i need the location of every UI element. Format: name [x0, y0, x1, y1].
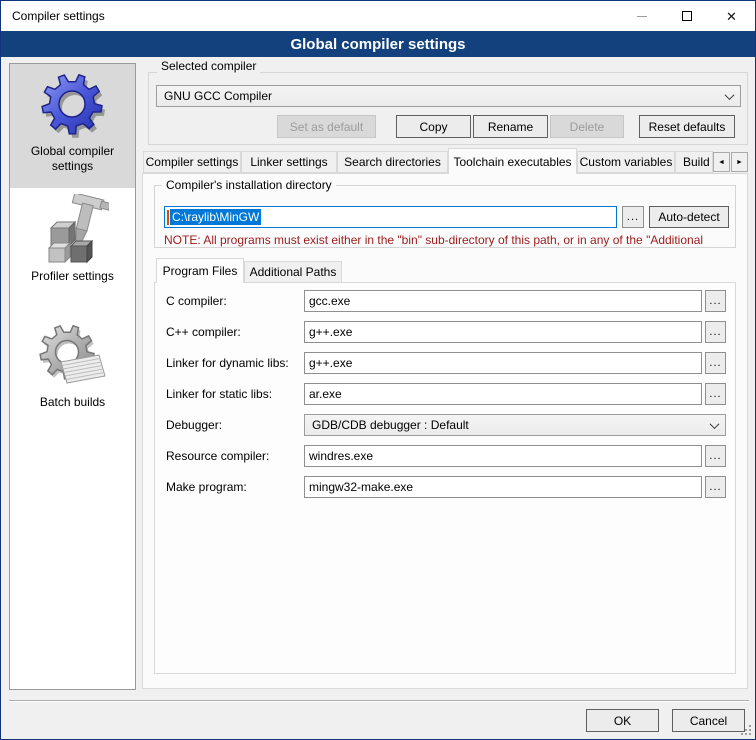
resource-compiler-input[interactable]	[304, 445, 702, 467]
resize-grip[interactable]	[741, 725, 751, 735]
copy-button[interactable]: Copy	[396, 115, 471, 138]
tab-linker-settings[interactable]: Linker settings	[241, 151, 337, 173]
chevron-down-icon	[725, 90, 735, 100]
tab-scroll-left-button[interactable]: ◄	[713, 152, 730, 172]
sidebar-item-label: Profiler settings	[31, 269, 114, 284]
field-label-make-program: Make program:	[166, 480, 247, 494]
note-text: NOTE: All programs must exist either in …	[164, 233, 737, 247]
sidebar-item-profiler-settings[interactable]: Profiler settings	[10, 192, 135, 304]
compiler-select-value: GNU GCC Compiler	[164, 89, 272, 103]
sidebar-item-global-compiler-settings[interactable]: Global compiler settings	[10, 64, 135, 188]
debugger-select-value: GDB/CDB debugger : Default	[312, 418, 469, 432]
close-icon: ✕	[726, 10, 737, 23]
minimize-icon	[637, 16, 647, 17]
cpp-compiler-input[interactable]	[304, 321, 702, 343]
c-compiler-browse-button[interactable]: ...	[705, 290, 726, 312]
c-compiler-input[interactable]	[304, 290, 702, 312]
linker-static-input[interactable]	[304, 383, 702, 405]
resource-compiler-browse-button[interactable]: ...	[705, 445, 726, 467]
set-as-default-button[interactable]: Set as default	[277, 115, 376, 138]
resize-grip-dots	[749, 733, 751, 735]
subtab-program-files[interactable]: Program Files	[156, 258, 244, 283]
tab-scroll-right-button[interactable]: ►	[731, 152, 748, 172]
delete-button[interactable]: Delete	[550, 115, 624, 138]
tab-compiler-settings[interactable]: Compiler settings	[143, 151, 241, 173]
installation-directory-input[interactable]: C:\raylib\MinGW	[164, 206, 617, 228]
make-program-input[interactable]	[304, 476, 702, 498]
caliper-cubes-icon	[37, 194, 109, 266]
window-title: Compiler settings	[12, 9, 105, 23]
cancel-button[interactable]: Cancel	[672, 709, 745, 732]
auto-detect-button[interactable]: Auto-detect	[649, 206, 729, 228]
field-label-cpp-compiler: C++ compiler:	[166, 325, 241, 339]
linker-dynamic-browse-button[interactable]: ...	[705, 352, 726, 374]
maximize-icon	[682, 11, 692, 21]
selected-path-text: C:\raylib\MinGW	[170, 209, 261, 225]
settings-category-list: Global compiler settings P	[9, 63, 136, 690]
reset-defaults-button[interactable]: Reset defaults	[639, 115, 735, 138]
ok-button[interactable]: OK	[586, 709, 659, 732]
linker-dynamic-input[interactable]	[304, 352, 702, 374]
rename-button[interactable]: Rename	[473, 115, 548, 138]
sidebar-item-batch-builds[interactable]: Batch builds	[10, 318, 135, 430]
close-button[interactable]: ✕	[709, 1, 754, 31]
installation-directory-group-label: Compiler's installation directory	[162, 178, 336, 192]
sidebar-item-label: Global compiler settings	[10, 144, 135, 174]
field-label-resource-compiler: Resource compiler:	[166, 449, 269, 463]
titlebar: Compiler settings ✕	[1, 1, 755, 31]
field-label-linker-dynamic: Linker for dynamic libs:	[166, 356, 289, 370]
tab-toolchain-executables[interactable]: Toolchain executables	[448, 148, 577, 174]
debugger-select[interactable]: GDB/CDB debugger : Default	[304, 414, 726, 436]
window-controls: ✕	[619, 1, 754, 31]
tab-search-directories[interactable]: Search directories	[337, 151, 448, 173]
blue-gear-icon	[37, 69, 109, 141]
text-caret	[167, 210, 169, 225]
dialog-banner-title: Global compiler settings	[1, 31, 755, 57]
sidebar-item-label: Batch builds	[40, 395, 105, 410]
compiler-select[interactable]: GNU GCC Compiler	[156, 85, 741, 107]
tab-custom-variables[interactable]: Custom variables	[577, 151, 675, 173]
cpp-compiler-browse-button[interactable]: ...	[705, 321, 726, 343]
maximize-button[interactable]	[664, 1, 709, 31]
minimize-button[interactable]	[619, 1, 664, 31]
field-label-linker-static: Linker for static libs:	[166, 387, 272, 401]
linker-static-browse-button[interactable]: ...	[705, 383, 726, 405]
batch-builds-icon	[37, 320, 109, 392]
tab-build-options[interactable]: Build options	[675, 151, 713, 173]
subtab-additional-paths[interactable]: Additional Paths	[244, 261, 342, 283]
field-label-debugger: Debugger:	[166, 418, 222, 432]
compiler-settings-dialog: Compiler settings ✕ Global compiler sett…	[0, 0, 756, 740]
selected-compiler-group-label: Selected compiler	[157, 59, 260, 73]
field-label-c-compiler: C compiler:	[166, 294, 227, 308]
footer-divider	[9, 700, 749, 702]
chevron-down-icon	[710, 419, 720, 429]
make-program-browse-button[interactable]: ...	[705, 476, 726, 498]
browse-directory-button[interactable]: ...	[622, 206, 644, 228]
